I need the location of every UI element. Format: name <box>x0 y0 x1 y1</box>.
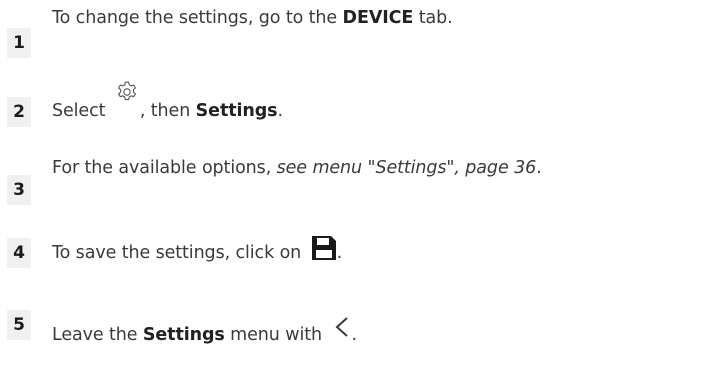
settings-page-reference-link[interactable]: see menu "Settings", page 36 <box>277 158 537 178</box>
step-1: 1 To change the settings, go to the DEVI… <box>0 6 723 58</box>
settings-label: Settings <box>142 325 225 345</box>
step-text: Select , then Settings. <box>52 81 283 121</box>
step-text-part: . <box>351 325 357 345</box>
settings-label: Settings <box>195 101 278 121</box>
device-tab-label: DEVICE <box>342 8 414 28</box>
step-number: 1 <box>7 28 31 58</box>
step-text-part: Leave the <box>52 325 143 345</box>
instruction-steps: 1 To change the settings, go to the DEVI… <box>0 0 723 391</box>
step-4: 4 To save the settings, click on . <box>0 218 723 268</box>
step-text: To save the settings, click on . <box>52 232 342 263</box>
step-text-part: tab. <box>413 8 453 28</box>
step-number: 3 <box>7 175 31 205</box>
step-text-part: , then <box>139 101 196 121</box>
step-text: To change the settings, go to the DEVICE… <box>52 8 453 28</box>
gear-icon <box>115 80 139 104</box>
step-text-part: Select <box>52 101 111 121</box>
step-number: 2 <box>7 97 31 127</box>
step-text-part: To save the settings, click on <box>52 243 307 263</box>
step-5: 5 Leave the Settings menu with . <box>0 300 723 350</box>
step-3: 3 For the available options, see menu "S… <box>0 150 723 205</box>
step-text-part: . <box>336 243 343 263</box>
step-text: For the available options, see menu "Set… <box>52 158 542 178</box>
step-number: 4 <box>7 238 31 268</box>
step-text-part: . <box>277 101 283 121</box>
step-text-part: To change the settings, go to the <box>52 8 343 28</box>
save-icon <box>311 235 337 261</box>
step-text-part: For the available options, <box>52 158 277 178</box>
step-text-part: . <box>536 158 542 178</box>
step-number: 5 <box>7 310 31 340</box>
step-text-part: menu with <box>224 325 328 345</box>
chevron-left-icon <box>333 314 351 340</box>
step-2: 2 Select , then Settings. <box>0 80 723 130</box>
step-text: Leave the Settings menu with . <box>52 314 357 345</box>
